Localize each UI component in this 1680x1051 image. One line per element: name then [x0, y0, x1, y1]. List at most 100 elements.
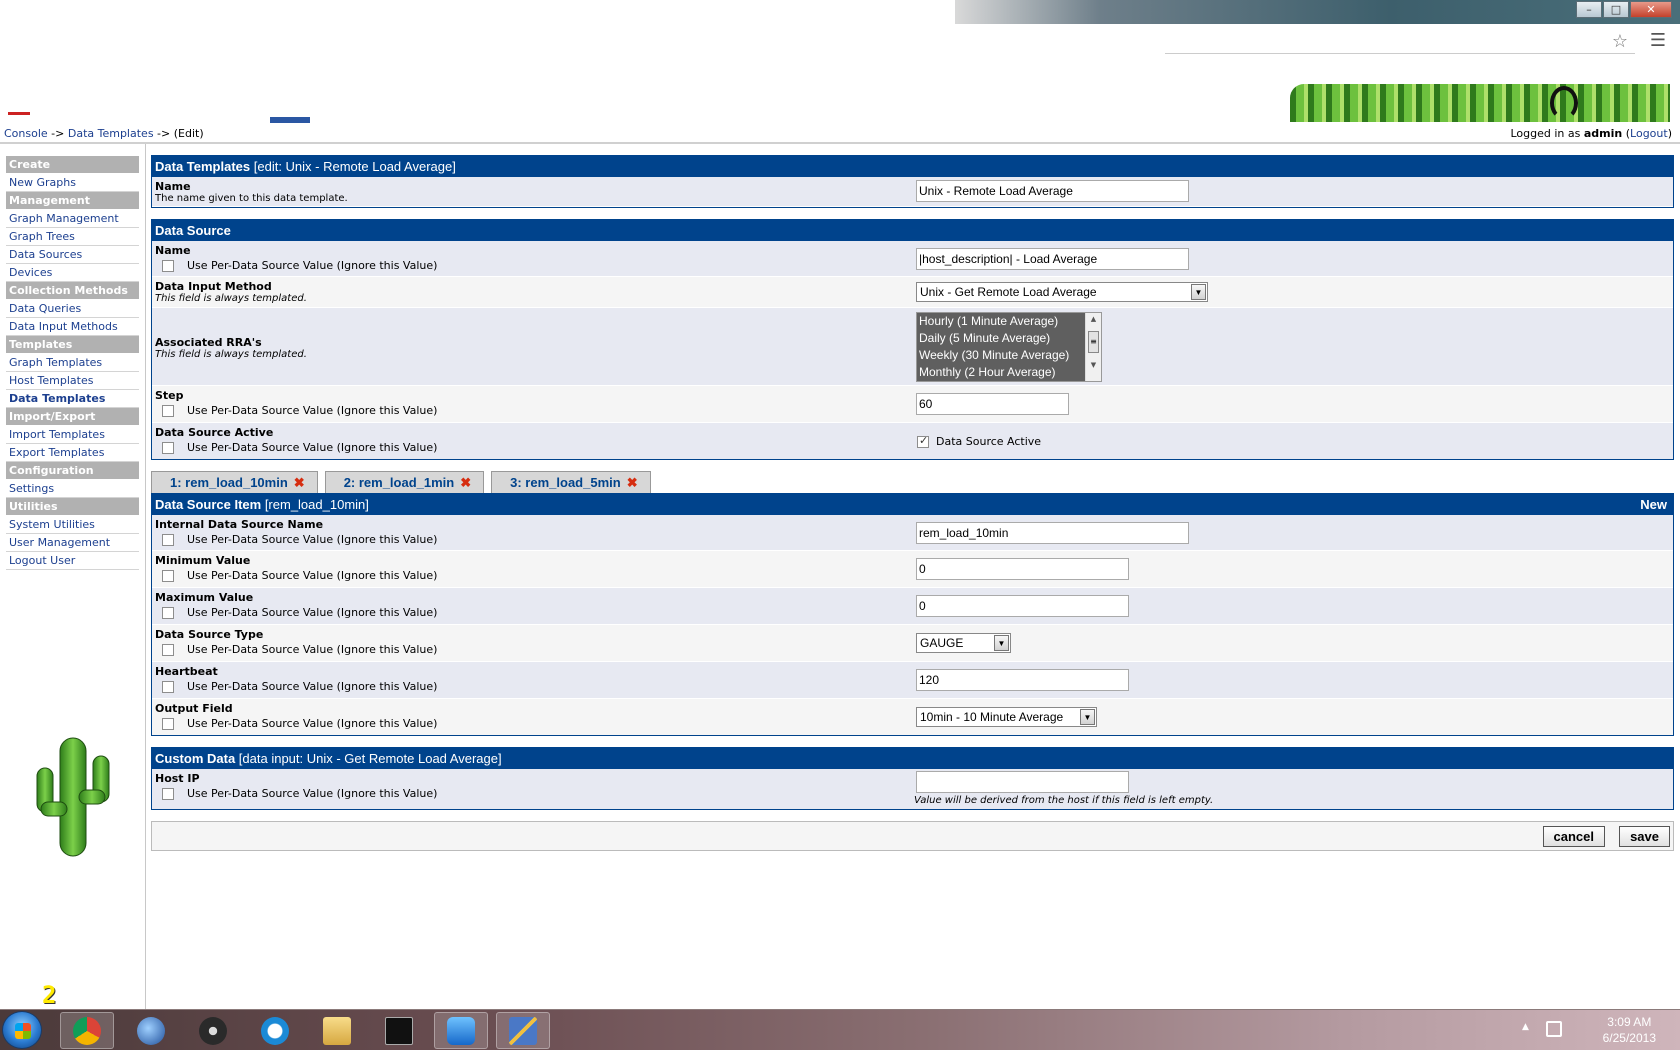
min-value-input[interactable]: 0 [916, 558, 1129, 580]
per-ds-checkbox[interactable] [162, 533, 174, 546]
rra-option[interactable]: Daily (5 Minute Average) [917, 330, 1085, 347]
nav-link[interactable]: Export Templates [9, 446, 104, 459]
nav-item-graph-templates[interactable]: Graph Templates [6, 354, 139, 372]
address-bar[interactable] [1165, 28, 1635, 54]
data-source-active-checkbox[interactable] [917, 434, 929, 448]
nav-link[interactable]: New Graphs [9, 176, 76, 189]
tab-rem-load-5min[interactable]: 3: rem_load_5min ✖ [491, 471, 651, 493]
rra-option[interactable]: Weekly (30 Minute Average) [917, 347, 1085, 364]
nav-link[interactable]: Data Input Methods [9, 320, 118, 333]
chevron-down-icon[interactable]: ▼ [1191, 284, 1206, 300]
per-ds-checkbox[interactable] [162, 569, 174, 582]
template-name-input[interactable]: Unix - Remote Load Average [916, 180, 1189, 202]
nav-item-graph-trees[interactable]: Graph Trees [6, 228, 139, 246]
nav-link[interactable]: Import Templates [9, 428, 105, 441]
nav-link[interactable]: Graph Trees [9, 230, 75, 243]
per-ds-checkbox[interactable] [162, 441, 174, 454]
tab-label[interactable]: 2: rem_load_1min [344, 475, 455, 490]
delete-icon[interactable]: ✖ [627, 475, 638, 490]
nav-item-user-management[interactable]: User Management [6, 534, 139, 552]
thunderbird-taskbar-button[interactable] [124, 1012, 178, 1049]
nav-item-devices[interactable]: Devices [6, 264, 139, 282]
itunes-taskbar-button[interactable] [434, 1012, 488, 1049]
scroll-thumb[interactable]: ≡ [1088, 331, 1099, 353]
internal-name-input[interactable]: rem_load_10min [916, 522, 1189, 544]
nav-item-logout-user[interactable]: Logout User [6, 552, 139, 570]
chevron-down-icon[interactable]: ▼ [994, 635, 1009, 651]
delete-icon[interactable]: ✖ [460, 475, 471, 490]
nav-link[interactable]: Data Sources [9, 248, 82, 261]
nav-item-graph-management[interactable]: Graph Management [6, 210, 139, 228]
nav-link[interactable]: Devices [9, 266, 52, 279]
save-button[interactable]: save [1619, 826, 1670, 847]
cancel-button[interactable]: cancel [1542, 826, 1605, 847]
tab-label[interactable]: 3: rem_load_5min [510, 475, 621, 490]
bookmark-star-icon[interactable]: ☆ [1612, 31, 1628, 52]
ds-name-input[interactable]: |host_description| - Load Average [916, 248, 1189, 270]
nav-item-data-templates[interactable]: Data Templates [6, 390, 139, 408]
tray-expand-icon[interactable]: ▲ [1522, 1022, 1529, 1032]
step-input[interactable]: 60 [916, 393, 1069, 415]
data-input-method-select[interactable]: Unix - Get Remote Load Average ▼ [916, 282, 1208, 302]
tab-rem-load-1min[interactable]: 2: rem_load_1min ✖ [324, 471, 485, 493]
per-ds-checkbox[interactable] [162, 787, 174, 800]
nav-link[interactable]: Logout User [9, 554, 75, 567]
menu-icon[interactable]: ☰ [1650, 30, 1666, 51]
ds-type-select[interactable]: GAUGE ▼ [916, 633, 1011, 653]
tab-rem-load-10min[interactable]: 1: rem_load_10min ✖ [151, 471, 318, 493]
breadcrumb-console-link[interactable]: Console [4, 127, 48, 140]
chevron-down-icon[interactable]: ▼ [1080, 709, 1095, 725]
logout-link[interactable]: Logout [1630, 127, 1668, 140]
per-ds-checkbox[interactable] [162, 643, 174, 656]
per-ds-checkbox[interactable] [162, 259, 174, 272]
steam-taskbar-button[interactable] [186, 1012, 240, 1049]
logo-fragment [8, 112, 30, 115]
nav-item-settings[interactable]: Settings [6, 480, 139, 498]
start-button[interactable] [2, 1011, 42, 1049]
per-ds-checkbox[interactable] [162, 680, 174, 693]
nav-link[interactable]: Graph Templates [9, 356, 102, 369]
uplay-taskbar-button[interactable] [248, 1012, 302, 1049]
chrome-taskbar-button[interactable] [60, 1012, 114, 1049]
per-ds-checkbox[interactable] [162, 404, 174, 417]
nav-link[interactable]: Data Templates [9, 392, 105, 405]
nav-link[interactable]: Data Queries [9, 302, 81, 315]
listbox-scrollbar[interactable]: ▲ ≡ ▼ [1085, 313, 1101, 381]
nav-link[interactable]: Settings [9, 482, 54, 495]
nav-item-data-queries[interactable]: Data Queries [6, 300, 139, 318]
heartbeat-input[interactable]: 120 [916, 669, 1129, 691]
system-clock[interactable]: 3:09 AM 6/25/2013 [1603, 1014, 1656, 1046]
rra-listbox[interactable]: Hourly (1 Minute Average) Daily (5 Minut… [916, 312, 1102, 382]
per-ds-checkbox[interactable] [162, 606, 174, 619]
explorer-taskbar-button[interactable] [310, 1012, 364, 1049]
close-icon[interactable]: ✕ [1630, 1, 1672, 18]
maximize-icon[interactable]: □ [1603, 1, 1629, 18]
output-field-select[interactable]: 10min - 10 Minute Average ▼ [916, 707, 1097, 727]
cmd-taskbar-button[interactable] [372, 1012, 426, 1049]
nav-item-new-graphs[interactable]: New Graphs [6, 174, 139, 192]
delete-icon[interactable]: ✖ [294, 475, 305, 490]
nav-item-host-templates[interactable]: Host Templates [6, 372, 139, 390]
scroll-down-icon[interactable]: ▼ [1086, 359, 1101, 371]
per-ds-checkbox[interactable] [162, 717, 174, 730]
rra-option[interactable]: Monthly (2 Hour Average) [917, 364, 1085, 381]
breadcrumb-data-templates-link[interactable]: Data Templates [68, 127, 154, 140]
scroll-up-icon[interactable]: ▲ [1086, 313, 1101, 325]
nav-item-system-utilities[interactable]: System Utilities [6, 516, 139, 534]
nav-item-data-sources[interactable]: Data Sources [6, 246, 139, 264]
rra-option[interactable]: Hourly (1 Minute Average) [917, 313, 1085, 330]
network-status-icon[interactable] [1546, 1021, 1562, 1037]
nav-link[interactable]: User Management [9, 536, 110, 549]
host-ip-input[interactable] [916, 771, 1129, 793]
nav-link[interactable]: Graph Management [9, 212, 119, 225]
max-value-input[interactable]: 0 [916, 595, 1129, 617]
nav-item-data-input-methods[interactable]: Data Input Methods [6, 318, 139, 336]
nav-item-export-templates[interactable]: Export Templates [6, 444, 139, 462]
network-tool-taskbar-button[interactable] [496, 1012, 550, 1049]
new-item-link[interactable]: New [1640, 494, 1667, 515]
nav-item-import-templates[interactable]: Import Templates [6, 426, 139, 444]
nav-link[interactable]: Host Templates [9, 374, 93, 387]
minimize-icon[interactable]: – [1576, 1, 1602, 18]
tab-label[interactable]: 1: rem_load_10min [170, 475, 288, 490]
nav-link[interactable]: System Utilities [9, 518, 95, 531]
